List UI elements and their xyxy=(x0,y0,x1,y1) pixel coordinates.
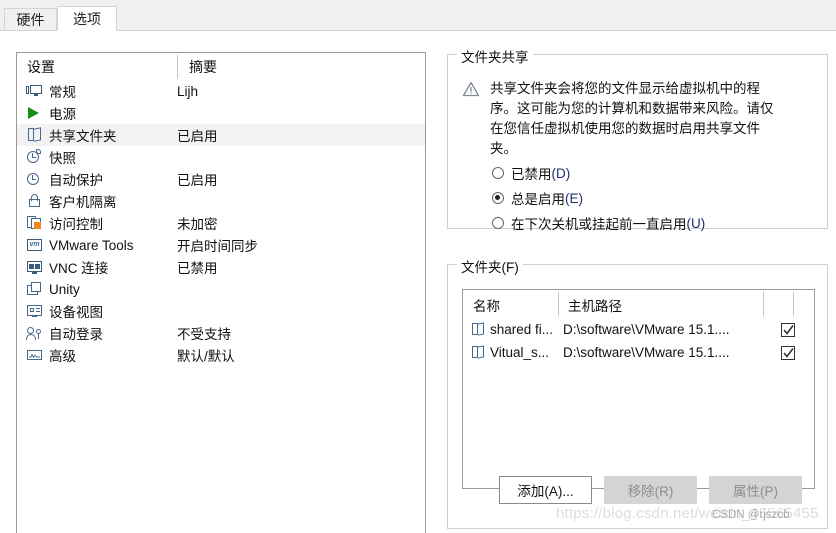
radio-disabled[interactable]: 已禁用 (D) xyxy=(492,163,570,183)
autoprotect-clock-icon xyxy=(26,171,44,187)
monitor-icon xyxy=(26,83,44,99)
radio-disabled-indicator xyxy=(492,167,504,179)
folder-row-enabled-checkbox[interactable] xyxy=(781,345,795,360)
settings-row-summary: 默认/默认 xyxy=(177,349,235,364)
radio-until-shutdown-mnemonic: (U) xyxy=(686,215,706,231)
settings-row-summary: 开启时间同步 xyxy=(177,239,258,254)
settings-row-6[interactable]: 访问控制 未加密 xyxy=(17,212,425,234)
access-control-icon xyxy=(26,215,44,231)
radio-until-shutdown-indicator xyxy=(492,217,504,229)
warning-triangle-icon xyxy=(462,81,480,97)
radio-always-enabled[interactable]: 总是启用 (E) xyxy=(492,188,583,208)
radio-disabled-label: 已禁用 xyxy=(511,167,552,182)
settings-column-header-name: 设置 xyxy=(27,59,55,75)
radio-always-enabled-indicator xyxy=(492,192,504,204)
settings-row-label: 访问控制 xyxy=(49,217,103,232)
settings-row-summary: 已启用 xyxy=(177,129,218,144)
settings-row-label: 自动登录 xyxy=(49,327,103,342)
settings-list-panel[interactable]: 设置 摘要 常规 Lijh 电源 共享文件夹 已启用 快照 自动保护 已启用 客户机隔离 访问控制… xyxy=(16,52,426,533)
folder-row-0[interactable]: shared fi... D:\software\VMware 15.1.... xyxy=(463,318,814,341)
folders-table[interactable]: 名称 主机路径 shared fi... D:\software\VMware 1… xyxy=(462,289,815,489)
tab-hardware-label: 硬件 xyxy=(16,12,45,28)
tab-strip-underline xyxy=(0,30,836,31)
folder-row-path: D:\software\VMware 15.1.... xyxy=(563,345,730,360)
advanced-icon xyxy=(26,347,44,363)
radio-always-enabled-label: 总是启用 xyxy=(511,192,565,207)
settings-column-header-summary: 摘要 xyxy=(189,59,217,75)
settings-row-label: VMware Tools xyxy=(49,237,134,253)
power-play-icon xyxy=(26,105,44,121)
settings-row-summary: 已启用 xyxy=(177,173,218,188)
settings-row-label: 客户机隔离 xyxy=(49,195,117,210)
snapshot-clock-icon xyxy=(26,149,44,165)
lock-icon xyxy=(26,193,44,209)
folder-properties-button-label: 属性(P) xyxy=(733,484,778,499)
folder-sharing-warning-text: 共享文件夹会将您的文件显示给虚拟机中的程序。这可能为您的计算机和数据带来风险。请… xyxy=(490,81,774,156)
settings-row-label: 电源 xyxy=(49,107,76,122)
settings-row-label: 常规 xyxy=(49,85,76,100)
add-folder-button[interactable]: 添加(A)... xyxy=(499,476,592,504)
vmware-tools-icon: vm xyxy=(26,237,44,253)
tab-options[interactable]: 选项 xyxy=(57,6,117,31)
settings-row-12[interactable]: 高级 默认/默认 xyxy=(17,344,425,366)
folders-column-header-path: 主机路径 xyxy=(568,299,622,314)
folder-row-path: D:\software\VMware 15.1.... xyxy=(563,322,730,337)
remove-folder-button-label: 移除(R) xyxy=(627,484,674,499)
settings-row-3[interactable]: 快照 xyxy=(17,146,425,168)
folder-properties-button[interactable]: 属性(P) xyxy=(709,476,802,504)
folder-row-enabled-checkbox[interactable] xyxy=(781,322,795,337)
settings-row-label: VNC 连接 xyxy=(49,261,109,276)
vnc-icon xyxy=(26,259,44,275)
settings-row-5[interactable]: 客户机隔离 xyxy=(17,190,425,212)
settings-row-label: 设备视图 xyxy=(49,305,103,320)
folders-rows: shared fi... D:\software\VMware 15.1.... V… xyxy=(463,318,814,364)
radio-always-enabled-mnemonic: (E) xyxy=(565,190,583,206)
add-folder-button-label: 添加(A)... xyxy=(517,484,574,499)
settings-row-label: 快照 xyxy=(49,151,76,166)
settings-row-label: 自动保护 xyxy=(49,173,103,188)
settings-row-10[interactable]: 设备视图 xyxy=(17,300,425,322)
settings-row-summary: 不受支持 xyxy=(177,327,231,342)
tab-strip: 硬件 选项 xyxy=(0,0,836,31)
settings-row-label: Unity xyxy=(49,281,80,297)
settings-row-summary: 已禁用 xyxy=(177,261,218,276)
folder-icon xyxy=(471,322,486,337)
settings-row-7[interactable]: vm VMware Tools 开启时间同步 xyxy=(17,234,425,256)
options-dialog: 硬件 选项 设置 摘要 常规 Lijh 电源 共享文件夹 已启用 快照 自动保护 已启用 客户机… xyxy=(0,0,836,533)
radio-disabled-mnemonic: (D) xyxy=(551,165,571,181)
settings-rows: 常规 Lijh 电源 共享文件夹 已启用 快照 自动保护 已启用 客户机隔离 访问控制 未加密 vm V… xyxy=(17,80,425,366)
settings-row-8[interactable]: VNC 连接 已禁用 xyxy=(17,256,425,278)
folder-icon xyxy=(471,345,486,360)
settings-row-4[interactable]: 自动保护 已启用 xyxy=(17,168,425,190)
settings-row-label: 高级 xyxy=(49,349,76,364)
folders-column-header-name: 名称 xyxy=(473,299,500,314)
settings-list-header: 设置 摘要 xyxy=(17,55,425,79)
shared-folder-icon xyxy=(26,127,44,143)
auto-login-icon xyxy=(26,325,44,341)
tab-options-label: 选项 xyxy=(73,10,101,27)
unity-icon xyxy=(26,281,44,297)
radio-until-shutdown-label: 在下次关机或挂起前一直启用 xyxy=(511,217,687,232)
settings-row-9[interactable]: Unity xyxy=(17,278,425,300)
folder-row-name: Vitual_s... xyxy=(490,345,550,360)
remove-folder-button[interactable]: 移除(R) xyxy=(604,476,697,504)
folder-row-1[interactable]: Vitual_s... D:\software\VMware 15.1.... xyxy=(463,341,814,364)
settings-row-11[interactable]: 自动登录 不受支持 xyxy=(17,322,425,344)
folder-sharing-title: 文件夹共享 xyxy=(457,46,533,66)
radio-until-shutdown[interactable]: 在下次关机或挂起前一直启用 (U) xyxy=(492,213,705,233)
folder-row-name: shared fi... xyxy=(490,322,554,337)
tab-hardware[interactable]: 硬件 xyxy=(4,8,57,31)
folder-sharing-group: 文件夹共享 共享文件夹会将您的文件显示给虚拟机中的程序。这可能为您的计算机和数据… xyxy=(447,46,828,232)
settings-row-1[interactable]: 电源 xyxy=(17,102,425,124)
settings-row-summary: Lijh xyxy=(177,83,199,99)
settings-row-2[interactable]: 共享文件夹 已启用 xyxy=(17,124,425,146)
settings-row-summary: 未加密 xyxy=(177,217,218,232)
device-view-icon xyxy=(26,303,44,319)
settings-row-0[interactable]: 常规 Lijh xyxy=(17,80,425,102)
settings-row-label: 共享文件夹 xyxy=(49,129,117,144)
folders-title: 文件夹(F) xyxy=(457,256,523,276)
folders-table-header: 名称 主机路径 xyxy=(463,292,814,316)
